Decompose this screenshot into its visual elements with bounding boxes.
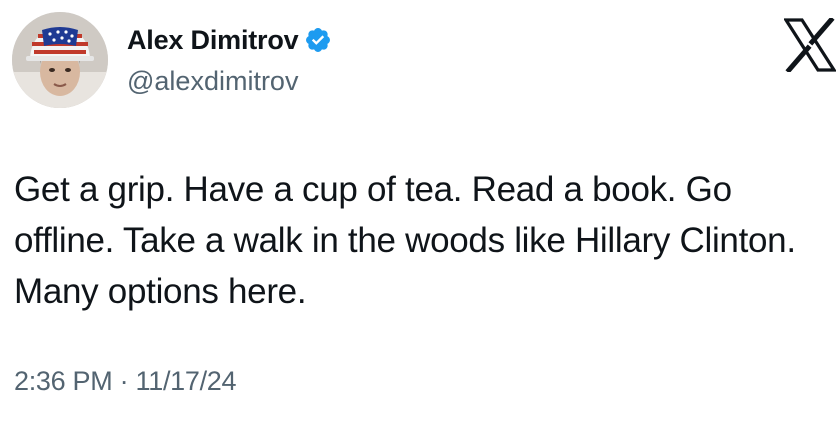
x-logo-icon[interactable] [783, 16, 837, 74]
author-display-name[interactable]: Alex Dimitrov [127, 25, 299, 56]
avatar-image [12, 12, 108, 108]
author-name-row: Alex Dimitrov [127, 22, 332, 58]
author-handle[interactable]: @alexdimitrov [127, 66, 298, 97]
tweet-text: Get a grip. Have a cup of tea. Read a bo… [14, 170, 796, 311]
tweet-card: Alex Dimitrov @alexdimitrov Get a grip. … [0, 0, 840, 446]
avatar[interactable] [12, 12, 108, 108]
tweet-timestamp[interactable]: 2:36 PM · 11/17/24 [14, 366, 237, 397]
verified-badge-icon [304, 26, 332, 54]
